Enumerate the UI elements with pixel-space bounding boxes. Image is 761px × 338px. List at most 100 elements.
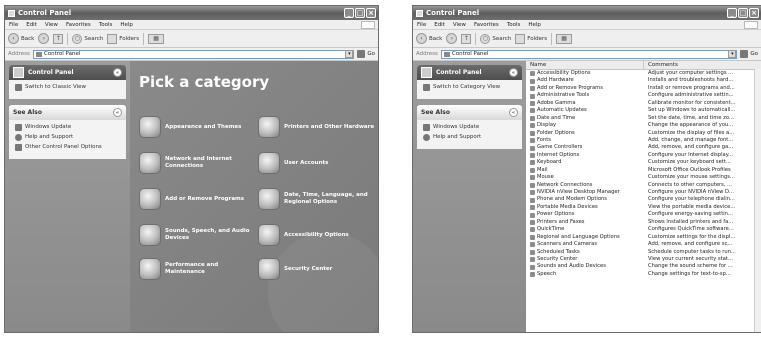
item-name-cell: Display bbox=[526, 122, 644, 129]
list-item[interactable]: Fonts Add, change, and manage font... bbox=[526, 137, 761, 144]
list-item[interactable]: Scheduled Tasks Schedule computer tasks t… bbox=[526, 249, 761, 256]
category-network[interactable]: Network and Internet Connections bbox=[139, 152, 259, 174]
minimize-button[interactable]: _ bbox=[344, 8, 354, 18]
category-user-accounts[interactable]: User Accounts bbox=[258, 152, 378, 174]
menu-edit[interactable]: Edit bbox=[26, 22, 37, 28]
forward-button[interactable]: › bbox=[446, 33, 458, 44]
maximize-button[interactable]: □ bbox=[738, 8, 748, 18]
see-also-header[interactable]: See Also « bbox=[417, 105, 522, 120]
minimize-button[interactable]: _ bbox=[727, 8, 737, 18]
list-item[interactable]: Add or Remove Programs Install or remove … bbox=[526, 85, 761, 92]
list-item[interactable]: QuickTime Configures QuickTime software..… bbox=[526, 226, 761, 233]
go-button[interactable]: Go bbox=[740, 50, 758, 58]
list-item[interactable]: Portable Media Devices View the portable … bbox=[526, 204, 761, 211]
list-item[interactable]: Power Options Configure energy-saving set… bbox=[526, 211, 761, 218]
address-input[interactable]: Control Panel ▾ bbox=[440, 49, 738, 59]
views-icon[interactable]: ▦ bbox=[148, 33, 165, 44]
item-icon bbox=[530, 227, 535, 233]
list-item[interactable]: Speech Change settings for text-to-sp... bbox=[526, 271, 761, 278]
list-item[interactable]: Phone and Modem Options Configure your te… bbox=[526, 196, 761, 203]
title-bar[interactable]: Control Panel _ □ × bbox=[413, 6, 761, 20]
windows-update-link[interactable]: Windows Update bbox=[15, 124, 121, 131]
menu-favorites[interactable]: Favorites bbox=[474, 22, 499, 28]
category-add-remove[interactable]: Add or Remove Programs bbox=[139, 188, 259, 210]
other-options-link[interactable]: Other Control Panel Options bbox=[15, 144, 121, 151]
menu-tools[interactable]: Tools bbox=[507, 22, 521, 28]
menu-tools[interactable]: Tools bbox=[99, 22, 113, 28]
menu-file[interactable]: File bbox=[9, 22, 18, 28]
go-button[interactable]: Go bbox=[357, 50, 375, 58]
windows-update-link[interactable]: Windows Update bbox=[423, 124, 517, 131]
category-performance[interactable]: Performance and Maintenance bbox=[139, 258, 259, 280]
item-name: QuickTime bbox=[537, 226, 565, 233]
switch-view-link[interactable]: Switch to Classic View bbox=[15, 84, 121, 91]
menu-edit[interactable]: Edit bbox=[434, 22, 445, 28]
list-item[interactable]: Accessibility Options Adjust your compute… bbox=[526, 70, 761, 77]
list-item[interactable]: Automatic Updates Set up Windows to autom… bbox=[526, 107, 761, 114]
category-security[interactable]: Security Center bbox=[258, 258, 378, 280]
category-appearance[interactable]: Appearance and Themes bbox=[139, 116, 259, 138]
help-support-link[interactable]: Help and Support bbox=[423, 134, 517, 141]
list-item[interactable]: Network Connections Connects to other com… bbox=[526, 182, 761, 189]
category-date-time[interactable]: Date, Time, Language, and Regional Optio… bbox=[258, 188, 378, 210]
list-item[interactable]: Scanners and Cameras Add, remove, and con… bbox=[526, 241, 761, 248]
help-support-link[interactable]: Help and Support bbox=[15, 134, 121, 141]
switch-view-link[interactable]: Switch to Category View bbox=[423, 84, 517, 91]
menu-help[interactable]: Help bbox=[120, 22, 133, 28]
list-item[interactable]: Keyboard Customize your keyboard sett... bbox=[526, 159, 761, 166]
maximize-button[interactable]: □ bbox=[355, 8, 365, 18]
address-dropdown-icon[interactable]: ▾ bbox=[345, 50, 354, 58]
menu-view[interactable]: View bbox=[45, 22, 58, 28]
collapse-icon[interactable]: « bbox=[509, 108, 518, 117]
list-item[interactable]: Sounds and Audio Devices Change the sound… bbox=[526, 263, 761, 270]
list-item[interactable]: Add Hardware Installs and troubleshoots h… bbox=[526, 77, 761, 84]
item-icon bbox=[530, 145, 535, 151]
up-folder-icon[interactable]: ↑ bbox=[461, 33, 472, 44]
search-button[interactable]: ○ Search bbox=[72, 33, 103, 44]
menu-file[interactable]: File bbox=[417, 22, 426, 28]
list-item[interactable]: Game Controllers Add, remove, and configu… bbox=[526, 144, 761, 151]
category-accessibility[interactable]: Accessibility Options bbox=[258, 224, 378, 246]
forward-button[interactable]: › bbox=[38, 33, 50, 44]
list-item[interactable]: Display Change the appearance of you... bbox=[526, 122, 761, 129]
back-button[interactable]: ‹ Back bbox=[8, 33, 34, 44]
back-button[interactable]: ‹ Back bbox=[416, 33, 442, 44]
list-item[interactable]: Folder Options Customize the display of f… bbox=[526, 130, 761, 137]
list-item[interactable]: Printers and Faxes Shows installed printe… bbox=[526, 219, 761, 226]
category-printers[interactable]: Printers and Other Hardware bbox=[258, 116, 378, 138]
collapse-icon[interactable]: « bbox=[113, 68, 122, 77]
control-panel-category-window: Control Panel _ □ × File Edit View Favor… bbox=[4, 5, 379, 333]
category-sounds[interactable]: Sounds, Speech, and Audio Devices bbox=[139, 224, 259, 246]
close-button[interactable]: × bbox=[749, 8, 759, 18]
column-header-comments[interactable]: Comments bbox=[644, 61, 761, 69]
menu-view[interactable]: View bbox=[453, 22, 466, 28]
collapse-icon[interactable]: « bbox=[113, 108, 122, 117]
vertical-scrollbar[interactable] bbox=[754, 69, 761, 332]
list-item[interactable]: Administrative Tools Configure administra… bbox=[526, 92, 761, 99]
address-input[interactable]: Control Panel ▾ bbox=[32, 49, 355, 59]
menu-favorites[interactable]: Favorites bbox=[66, 22, 91, 28]
collapse-icon[interactable]: « bbox=[509, 68, 518, 77]
menu-help[interactable]: Help bbox=[528, 22, 541, 28]
see-also-header[interactable]: See Also « bbox=[9, 105, 126, 120]
views-icon[interactable]: ▦ bbox=[556, 33, 573, 44]
list-item[interactable]: NVIDIA nView Desktop Manager Configure yo… bbox=[526, 189, 761, 196]
control-panel-panel-header[interactable]: Control Panel « bbox=[417, 65, 522, 80]
control-panel-panel-header[interactable]: Control Panel « bbox=[9, 65, 126, 80]
list-item[interactable]: Date and Time Set the date, time, and tim… bbox=[526, 115, 761, 122]
title-bar[interactable]: Control Panel _ □ × bbox=[5, 6, 378, 20]
list-item[interactable]: Security Center View your current securit… bbox=[526, 256, 761, 263]
list-item[interactable]: Mail Microsoft Office Outlook Profiles bbox=[526, 167, 761, 174]
list-item[interactable]: Mouse Customize your mouse settings... bbox=[526, 174, 761, 181]
column-header-name[interactable]: Name bbox=[526, 61, 644, 69]
close-button[interactable]: × bbox=[366, 8, 376, 18]
list-item[interactable]: Regional and Language Options Customize s… bbox=[526, 234, 761, 241]
address-dropdown-icon[interactable]: ▾ bbox=[728, 50, 737, 58]
folders-button[interactable]: Folders bbox=[515, 33, 547, 44]
list-item[interactable]: Internet Options Configure your Internet … bbox=[526, 152, 761, 159]
link-label: Windows Update bbox=[25, 124, 72, 130]
search-button[interactable]: ○ Search bbox=[480, 33, 511, 44]
up-folder-icon[interactable]: ↑ bbox=[53, 33, 64, 44]
folders-button[interactable]: Folders bbox=[107, 33, 139, 44]
list-item[interactable]: Adobe Gamma Calibrate monitor for consist… bbox=[526, 100, 761, 107]
